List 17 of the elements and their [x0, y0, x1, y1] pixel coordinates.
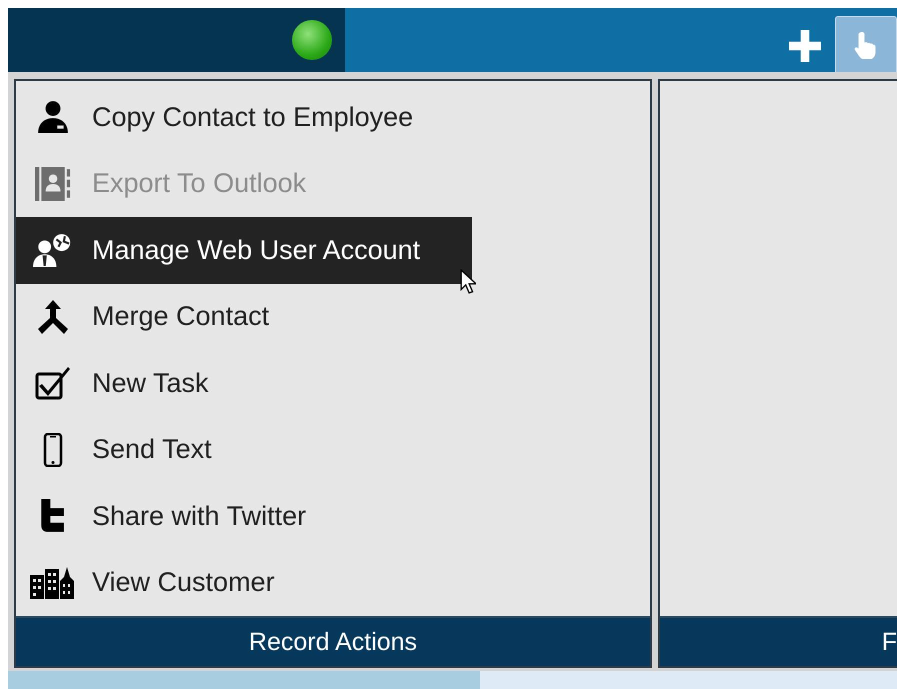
plus-icon[interactable] [789, 30, 821, 62]
buildings-icon [30, 566, 76, 600]
cursor-icon [460, 269, 476, 294]
menu-item[interactable]: Merge Contact [16, 284, 472, 350]
address-book-icon [34, 166, 72, 201]
footer-title: Record Actions [248, 628, 418, 656]
menu-item[interactable]: Send Text [16, 416, 472, 483]
checkbox-icon [35, 366, 71, 400]
menu-item[interactable]: Share with Twitter [16, 483, 472, 550]
phone-icon [43, 432, 63, 467]
merge-arrow-icon [37, 300, 69, 334]
letter-t-icon [39, 499, 67, 534]
menu-item[interactable]: Copy Contact to Employee [16, 84, 472, 150]
menu-item[interactable]: New Task [16, 350, 472, 416]
footer-title: F [882, 628, 897, 656]
person-icon [36, 100, 70, 134]
menu-item[interactable]: View Customer [16, 550, 472, 616]
